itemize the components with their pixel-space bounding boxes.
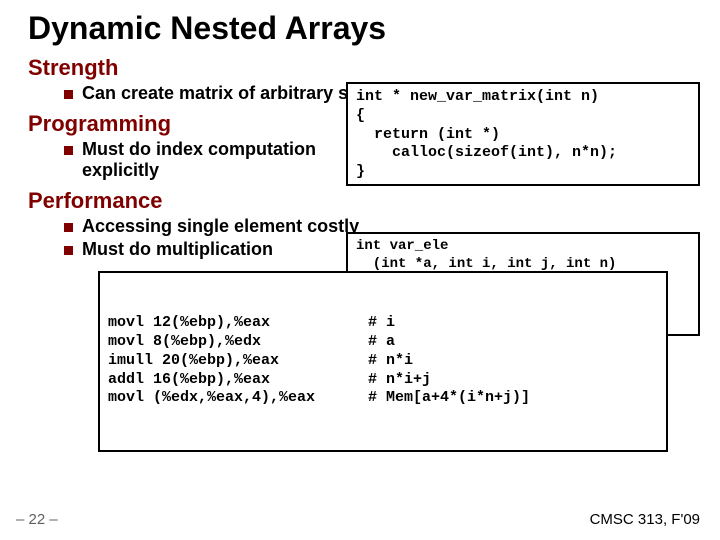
asm-row: imull 20(%ebp),%eax# n*i — [108, 352, 530, 371]
asm-comment: # i — [368, 314, 530, 333]
course-footer: CMSC 313, F'09 — [590, 511, 700, 528]
asm-instr: movl 8(%ebp),%edx — [108, 333, 368, 352]
asm-row: movl 8(%ebp),%edx# a — [108, 333, 530, 352]
asm-row: movl 12(%ebp),%eax# i — [108, 314, 530, 333]
slide-title: Dynamic Nested Arrays — [28, 10, 692, 47]
section-head-strength: Strength — [28, 55, 692, 81]
code-new-var-matrix: int * new_var_matrix(int n) { return (in… — [346, 82, 700, 186]
code-assembly: movl 12(%ebp),%eax# imovl 8(%ebp),%edx# … — [98, 271, 668, 452]
asm-instr: addl 16(%ebp),%eax — [108, 371, 368, 390]
section-head-performance: Performance — [28, 188, 692, 214]
asm-instr: movl (%edx,%eax,4),%eax — [108, 389, 368, 408]
asm-row: movl (%edx,%eax,4),%eax# Mem[a+4*(i*n+j)… — [108, 389, 530, 408]
asm-row: addl 16(%ebp),%eax# n*i+j — [108, 371, 530, 390]
asm-instr: imull 20(%ebp),%eax — [108, 352, 368, 371]
list-item: Must do index computation explicitly — [64, 139, 392, 182]
asm-comment: # Mem[a+4*(i*n+j)] — [368, 389, 530, 408]
list-item: Accessing single element costly — [64, 216, 392, 238]
asm-comment: # a — [368, 333, 530, 352]
asm-instr: movl 12(%ebp),%eax — [108, 314, 368, 333]
asm-comment: # n*i — [368, 352, 530, 371]
page-number: – 22 – — [16, 511, 58, 528]
asm-comment: # n*i+j — [368, 371, 530, 390]
list-item: Can create matrix of arbitrary size — [64, 83, 392, 105]
